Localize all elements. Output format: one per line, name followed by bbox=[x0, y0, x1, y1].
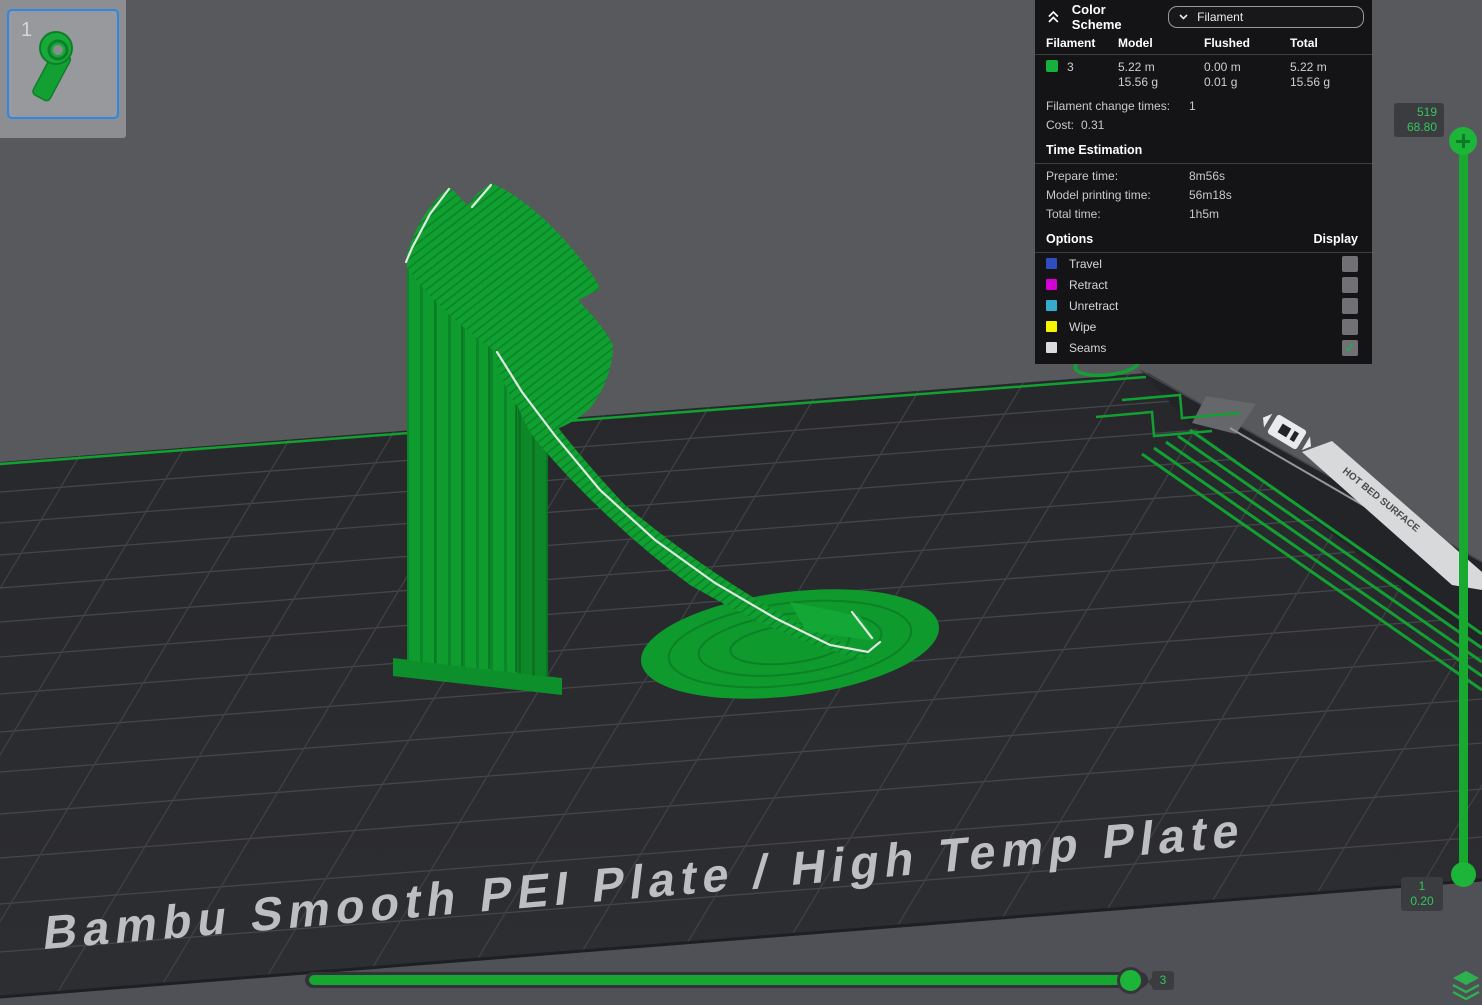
retract-display-checkbox[interactable]: ✓ bbox=[1342, 276, 1358, 293]
plus-icon bbox=[1455, 133, 1471, 149]
wipe-color-swatch bbox=[1046, 321, 1057, 332]
model-length: 5.22 m bbox=[1118, 60, 1155, 74]
step-value: 3 bbox=[1159, 973, 1167, 987]
layers-view-icon[interactable] bbox=[1450, 969, 1482, 1003]
total-length: 5.22 m bbox=[1290, 60, 1327, 74]
options-title: Options Display bbox=[1046, 232, 1358, 246]
filament-change-times-value: 1 bbox=[1189, 98, 1196, 113]
step-slider-fill bbox=[309, 975, 1131, 985]
top-layer-height: 68.80 bbox=[1406, 120, 1437, 134]
option-label: Unretract bbox=[1069, 298, 1119, 313]
option-row-seams: Seams ✓ bbox=[1035, 337, 1372, 358]
total-weight: 15.56 g bbox=[1290, 75, 1331, 89]
model-printing-time-row: Model printing time: 56m18s bbox=[1046, 187, 1232, 202]
step-slider-track[interactable] bbox=[305, 972, 1148, 988]
color-scheme-panel: Color Scheme Filament Filament Model Flu… bbox=[1035, 0, 1372, 364]
chevron-down-icon bbox=[1179, 14, 1188, 20]
step-slider-handle[interactable] bbox=[1117, 967, 1144, 994]
travel-color-swatch bbox=[1046, 258, 1057, 269]
filament-table-row[interactable]: 3 5.22 m 15.56 g 0.00 m 0.01 g 5.22 m 15… bbox=[1035, 55, 1372, 96]
top-layer-number: 519 bbox=[1416, 105, 1437, 119]
model-printing-time-value: 56m18s bbox=[1189, 187, 1232, 202]
option-row-retract: Retract ✓ bbox=[1035, 274, 1372, 295]
model-weight: 15.56 g bbox=[1118, 75, 1159, 89]
filament-id: 3 bbox=[1067, 60, 1074, 74]
prepare-time-row: Prepare time: 8m56s bbox=[1046, 168, 1226, 183]
retract-color-swatch bbox=[1046, 279, 1057, 290]
option-label: Wipe bbox=[1069, 319, 1097, 334]
option-label: Retract bbox=[1069, 277, 1108, 292]
layer-slider-bottom-badge: 1 0.20 bbox=[1401, 877, 1443, 911]
flushed-weight: 0.01 g bbox=[1204, 75, 1238, 89]
seams-color-swatch bbox=[1046, 342, 1057, 353]
plate-thumbnail-strip: 1 bbox=[0, 0, 126, 138]
filament-table-header: Filament Model Flushed Total bbox=[1046, 36, 1318, 50]
collapse-panel-icon[interactable] bbox=[1045, 8, 1062, 25]
bottom-layer-number: 1 bbox=[1418, 879, 1426, 893]
cost-row: Cost: 0.31 bbox=[1046, 117, 1105, 132]
time-estimation-title: Time Estimation bbox=[1046, 143, 1143, 157]
unretract-display-checkbox[interactable]: ✓ bbox=[1342, 297, 1358, 314]
filament-color-swatch bbox=[1046, 60, 1058, 72]
bottom-layer-height: 0.20 bbox=[1410, 894, 1434, 908]
total-time-value: 1h5m bbox=[1189, 206, 1220, 221]
layer-slider-top-handle[interactable] bbox=[1449, 127, 1477, 155]
travel-display-checkbox[interactable]: ✓ bbox=[1342, 255, 1358, 272]
option-label: Seams bbox=[1069, 340, 1107, 355]
layer-slider-bottom-handle[interactable] bbox=[1451, 862, 1476, 887]
filament-change-times-row: Filament change times: 1 bbox=[1046, 98, 1196, 113]
display-column-header: Display bbox=[1313, 232, 1358, 246]
step-slider-badge: 3 bbox=[1147, 971, 1174, 990]
plate-thumbnail[interactable]: 1 bbox=[7, 9, 119, 119]
layer-slider-top-badge: 519 68.80 bbox=[1394, 103, 1444, 137]
check-icon: ✓ bbox=[1344, 340, 1356, 355]
panel-title: Color Scheme bbox=[1071, 1, 1122, 32]
wipe-display-checkbox[interactable]: ✓ bbox=[1342, 318, 1358, 335]
dropdown-selected-value: Filament bbox=[1197, 9, 1244, 24]
plate-index-label: 1 bbox=[21, 19, 33, 41]
total-time-row: Total time: 1h5m bbox=[1046, 206, 1220, 221]
cost-value: 0.31 bbox=[1081, 117, 1105, 132]
seams-display-checkbox[interactable]: ✓ bbox=[1342, 339, 1358, 356]
color-scheme-dropdown[interactable]: Filament bbox=[1168, 5, 1364, 28]
layer-slider-track[interactable] bbox=[1459, 140, 1468, 877]
option-row-unretract: Unretract ✓ bbox=[1035, 295, 1372, 316]
option-label: Travel bbox=[1069, 256, 1102, 271]
prepare-time-value: 8m56s bbox=[1189, 168, 1226, 183]
unretract-color-swatch bbox=[1046, 300, 1057, 311]
flushed-length: 0.00 m bbox=[1204, 60, 1241, 74]
option-row-travel: Travel ✓ bbox=[1035, 253, 1372, 274]
option-row-wipe: Wipe ✓ bbox=[1035, 316, 1372, 337]
